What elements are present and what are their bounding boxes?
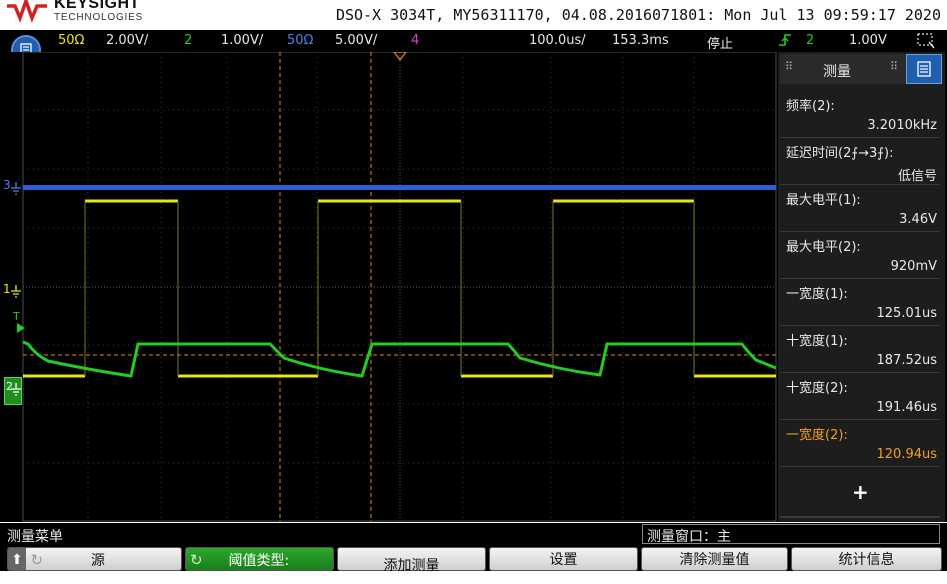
measurement-label[interactable]: 一宽度(1): (786, 283, 848, 302)
menu-title: 测量菜单 (7, 529, 63, 545)
measurement-divider (780, 466, 940, 467)
rotate-knob-icon-2: ↻ (190, 551, 203, 569)
drag-handle-icon[interactable]: ⠿ (785, 60, 793, 73)
measurement-value: 125.01us (876, 306, 938, 321)
trigger-level-marker[interactable]: T (13, 310, 20, 323)
brand-subtitle: TECHNOLOGIES (54, 12, 144, 23)
ch1-ground-icon (11, 285, 21, 298)
measurement-label[interactable]: 频率(2): (786, 95, 835, 114)
ch3-scale[interactable]: 5.00V/ (335, 33, 377, 48)
measurement-value: 3.46V (899, 212, 937, 227)
ch3-ground-icon (11, 182, 21, 195)
add-measurement-button[interactable]: + (852, 480, 869, 504)
source-label: 源 (90, 553, 105, 569)
ch2-number[interactable]: 2 (184, 33, 192, 48)
trigger-edge-icon (778, 33, 792, 51)
measurement-divider (780, 137, 940, 138)
ch3-impedance[interactable]: 50Ω (287, 33, 313, 48)
zoom-select-icon[interactable] (917, 33, 935, 53)
rotate-knob-icon: ↻ (30, 551, 44, 569)
up-arrow-icon: ⬆ (8, 548, 26, 570)
panel-title: 测量 (823, 64, 851, 80)
measure-window-label: 测量窗口：主 (647, 529, 731, 545)
settings-softkey[interactable]: 设置 (489, 547, 638, 571)
statistics-softkey[interactable]: 统计信息 (791, 547, 942, 571)
measurement-label[interactable]: 延迟时间(2⨍→3⨍): (786, 142, 894, 161)
clear-measurements-softkey[interactable]: 清除测量值 (641, 547, 788, 571)
measurement-divider (780, 325, 940, 326)
ch4-number[interactable]: 4 (411, 33, 419, 48)
measurement-label[interactable]: 最大电平(2): (786, 236, 861, 255)
measurement-label[interactable]: 一宽度(2): (786, 424, 848, 443)
trigger-level[interactable]: 1.00V (849, 33, 887, 48)
panel-bottom-divider (780, 516, 940, 518)
run-state[interactable]: 停止 (707, 33, 733, 52)
threshold-label: 阈值类型: (228, 553, 290, 569)
measurement-label[interactable]: 十宽度(1): (786, 330, 848, 349)
timebase-scale[interactable]: 100.0us/ (529, 33, 586, 48)
measurement-label[interactable]: 最大电平(1): (786, 189, 861, 208)
measurement-value: 低信号 (897, 169, 937, 184)
measurement-value: 187.52us (876, 353, 938, 368)
drag-handle-icon-right[interactable]: ⠿ (890, 60, 898, 73)
measurement-divider (780, 372, 940, 373)
measurement-value: 920mV (890, 259, 937, 274)
ch1-scale[interactable]: 2.00V/ (106, 33, 148, 48)
measurement-value: 191.46us (876, 400, 938, 415)
timebase-delay[interactable]: 153.3ms (612, 33, 669, 48)
measurement-value: 3.2010kHz (867, 118, 937, 133)
waveform-graticule (22, 52, 777, 522)
source-softkey[interactable]: ⬆ ↻ 源 (7, 547, 182, 571)
ch1-impedance[interactable]: 50Ω (58, 33, 84, 48)
panel-menu-button[interactable] (906, 54, 942, 84)
measurement-value: 120.94us (876, 447, 938, 462)
add-measure-softkey[interactable]: 添加测量 (337, 547, 486, 574)
ch2-ground-marker-box[interactable]: 2 (4, 377, 22, 405)
measurement-divider (780, 184, 940, 185)
measurement-divider (780, 231, 940, 232)
trigger-source[interactable]: 2 (806, 33, 814, 48)
list-icon (917, 61, 931, 77)
trigger-arrow-icon (17, 323, 25, 333)
ch2-ground-icon (11, 383, 21, 396)
measure-window-box: 测量窗口：主 (642, 524, 940, 545)
threshold-softkey[interactable]: ↻ 阈值类型: (185, 547, 334, 571)
instrument-info: DSO-X 3034T, MY56311170, 04.08.201607180… (335, 6, 941, 24)
measurement-divider (780, 278, 940, 279)
ch2-scale[interactable]: 1.00V/ (221, 33, 263, 48)
measurement-divider (780, 419, 940, 420)
measurement-label[interactable]: 十宽度(2): (786, 377, 848, 396)
keysight-logo-icon (7, 0, 47, 23)
